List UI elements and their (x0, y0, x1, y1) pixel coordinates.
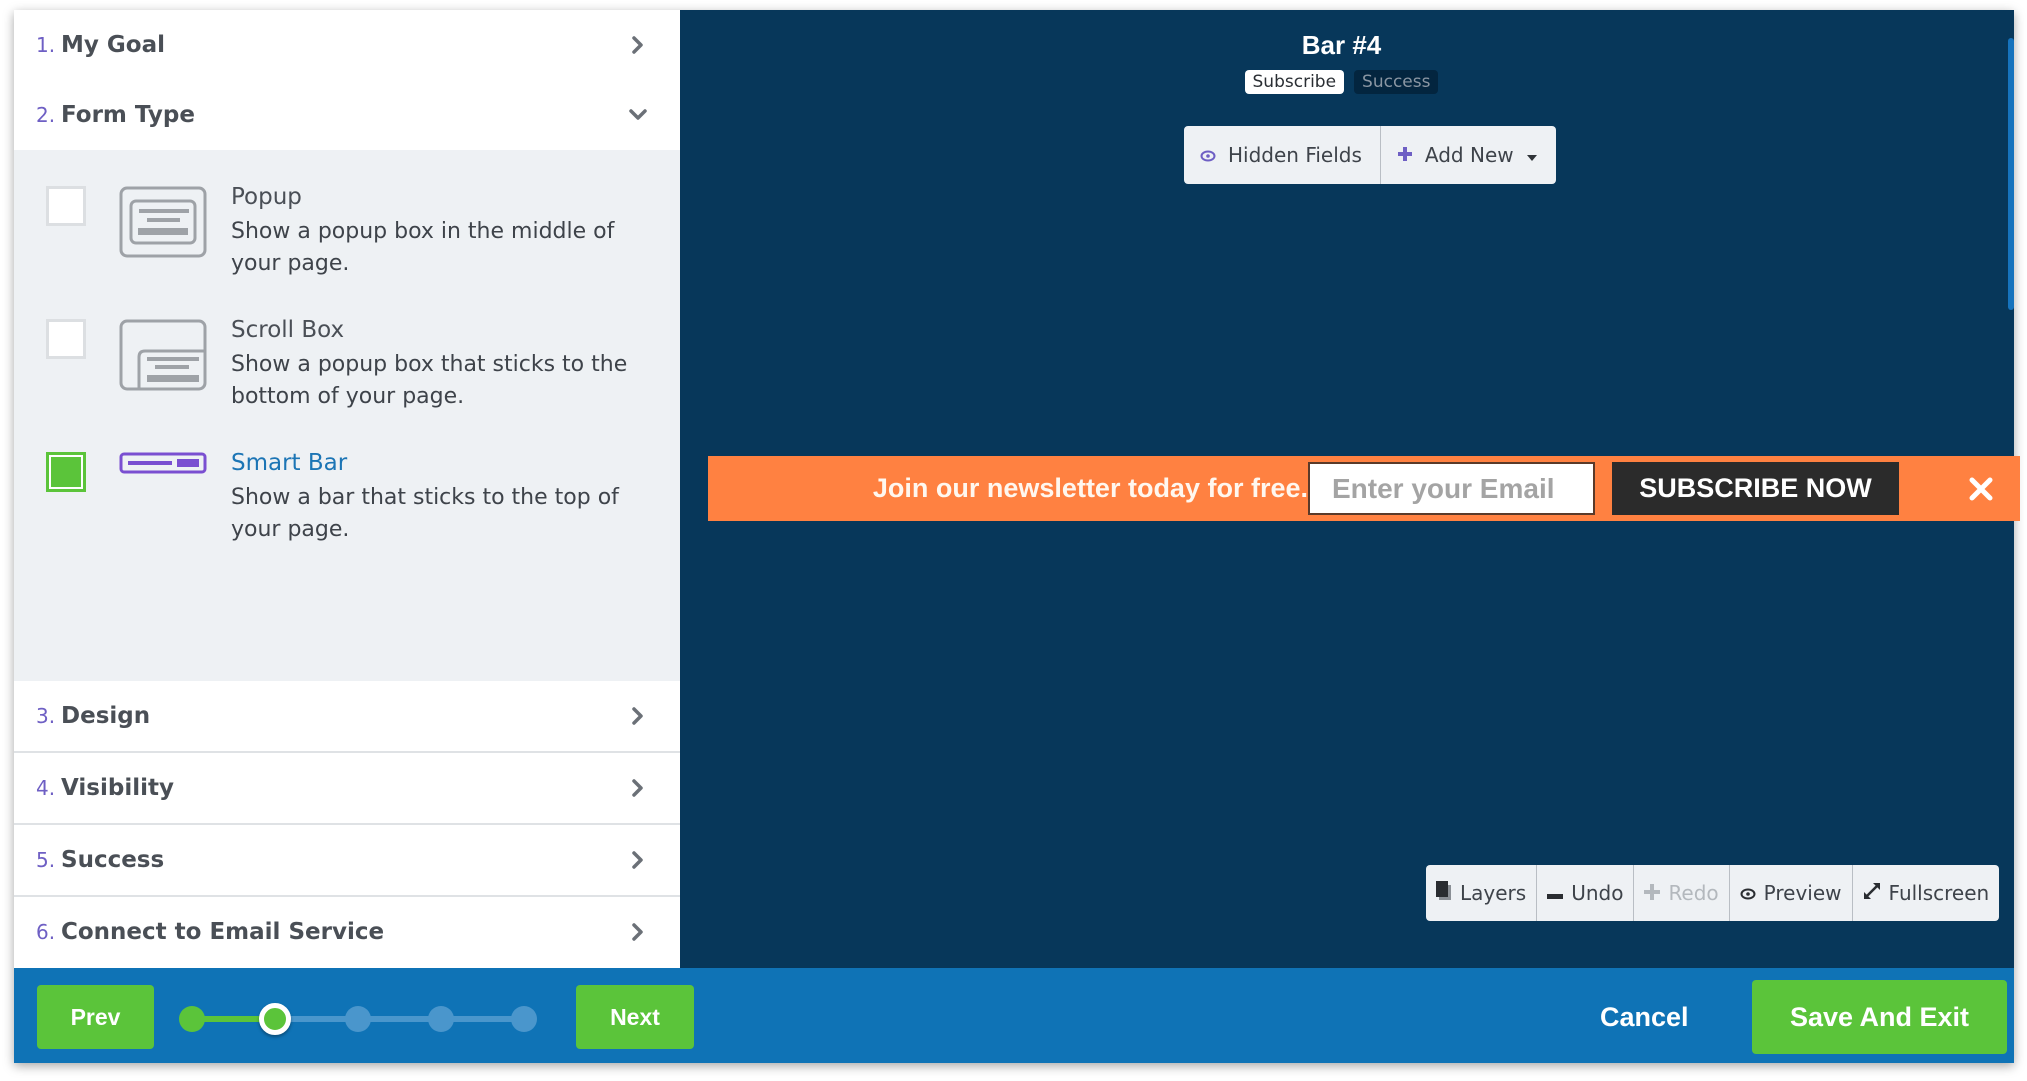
chevron-down-icon (626, 80, 650, 150)
smart-bar-message[interactable]: Join our newsletter today for free. (708, 456, 1308, 521)
form-type-option-smart-bar[interactable]: Smart Bar Show a bar that sticks to the … (14, 416, 680, 542)
plus-icon (1644, 881, 1661, 905)
email-input[interactable]: Enter your Email (1308, 462, 1595, 515)
eye-icon (1200, 143, 1216, 167)
plus-icon (1397, 143, 1413, 167)
undo-label: Undo (1571, 881, 1624, 905)
prev-button[interactable]: Prev (37, 985, 154, 1049)
progress-step-dot[interactable] (511, 1006, 537, 1032)
save-and-exit-button[interactable]: Save And Exit (1752, 980, 2007, 1054)
preview-label: Preview (1763, 881, 1842, 905)
option-description: Show a bar that sticks to the top of you… (231, 485, 619, 542)
canvas-toolbar: Layers Undo Redo Preview Fullscreen (1426, 865, 2000, 921)
chevron-right-icon (626, 825, 650, 895)
chevron-right-icon (626, 681, 650, 751)
step-form-type[interactable]: 2. Form Type (14, 80, 680, 152)
form-type-option-popup[interactable]: Popup Show a popup box in the middle of … (14, 150, 680, 276)
step-label: Success (61, 847, 165, 873)
form-type-panel: Popup Show a popup box in the middle of … (14, 150, 680, 681)
step-success[interactable]: 5. Success (14, 825, 680, 897)
step-number: 2. (36, 103, 56, 127)
expand-icon (1863, 881, 1881, 905)
step-connect-email-service[interactable]: 6. Connect to Email Service (14, 897, 680, 969)
step-label: Design (61, 703, 151, 729)
canvas-scrollbar[interactable] (2008, 38, 2014, 310)
popup-checkbox[interactable] (46, 186, 86, 226)
smart-bar-preview[interactable]: Join our newsletter today for free. Ente… (708, 456, 2020, 521)
progress-step-dot[interactable] (428, 1006, 454, 1032)
step-number: 3. (36, 704, 56, 728)
tab-success[interactable]: Success (1354, 70, 1439, 94)
step-number: 6. (36, 920, 56, 944)
option-description: Show a popup box that sticks to the bott… (231, 352, 628, 409)
close-icon[interactable] (1961, 456, 2001, 521)
fullscreen-button[interactable]: Fullscreen (1851, 865, 2000, 921)
popup-icon (119, 186, 207, 258)
option-title: Scroll Box (231, 317, 345, 343)
cancel-button[interactable]: Cancel (1600, 980, 1689, 1054)
step-number: 4. (36, 776, 56, 800)
progress-step-dot[interactable] (259, 1003, 291, 1035)
smart-bar-checkbox[interactable] (46, 452, 86, 492)
editor-canvas: Bar #4 Subscribe Success Hidden Fields A… (681, 10, 2020, 968)
form-title: Bar #4 (1301, 30, 1382, 60)
layers-label: Layers (1460, 881, 1527, 905)
field-toolbar: Hidden Fields Add New (1184, 126, 1556, 184)
form-builder-window: 1. My Goal 2. Form Type Popup Show a pop… (14, 10, 2020, 1063)
form-type-option-scroll-box[interactable]: Scroll Box Show a popup box that sticks … (14, 283, 680, 409)
layers-button[interactable]: Layers (1426, 865, 1536, 921)
smart-bar-icon (119, 452, 207, 524)
form-state-tabs: Subscribe Success (681, 70, 2002, 94)
redo-button[interactable]: Redo (1633, 865, 1728, 921)
scroll-box-icon (119, 319, 207, 391)
subscribe-now-button[interactable]: SUBSCRIBE NOW (1612, 462, 1899, 515)
step-label: Visibility (61, 775, 174, 801)
option-description: Show a popup box in the middle of your p… (231, 219, 615, 276)
progress-stepper (179, 998, 539, 1038)
fullscreen-label: Fullscreen (1888, 881, 1990, 905)
chevron-right-icon (626, 10, 650, 80)
tab-subscribe[interactable]: Subscribe (1244, 70, 1345, 94)
scroll-box-checkbox[interactable] (46, 319, 86, 359)
add-new-button[interactable]: Add New (1379, 126, 1556, 184)
next-button[interactable]: Next (576, 985, 694, 1049)
wizard-footer: Prev Next Cancel Save And Exit (14, 968, 2014, 1063)
add-new-label: Add New (1424, 143, 1514, 167)
step-my-goal[interactable]: 1. My Goal (14, 10, 680, 82)
progress-step-dot[interactable] (179, 1006, 205, 1032)
eye-icon (1740, 881, 1756, 905)
minus-icon (1547, 881, 1564, 905)
option-title: Popup (231, 184, 302, 210)
step-label: Connect to Email Service (61, 919, 385, 945)
chevron-right-icon (626, 897, 650, 967)
hidden-fields-label: Hidden Fields (1228, 143, 1362, 167)
step-number: 5. (36, 848, 56, 872)
chevron-right-icon (626, 753, 650, 823)
step-label: My Goal (61, 32, 165, 58)
step-design[interactable]: 3. Design (14, 681, 680, 753)
step-number: 1. (36, 33, 56, 57)
undo-button[interactable]: Undo (1536, 865, 1633, 921)
step-label: Form Type (61, 102, 195, 128)
preview-button[interactable]: Preview (1728, 865, 1852, 921)
option-title: Smart Bar (231, 450, 348, 476)
step-visibility[interactable]: 4. Visibility (14, 753, 680, 825)
hidden-fields-button[interactable]: Hidden Fields (1184, 126, 1380, 184)
wizard-sidebar: 1. My Goal 2. Form Type Popup Show a pop… (14, 10, 680, 969)
layers-icon (1436, 880, 1452, 906)
progress-step-dot[interactable] (345, 1006, 371, 1032)
redo-label: Redo (1668, 881, 1719, 905)
caret-down-icon (1526, 143, 1538, 167)
